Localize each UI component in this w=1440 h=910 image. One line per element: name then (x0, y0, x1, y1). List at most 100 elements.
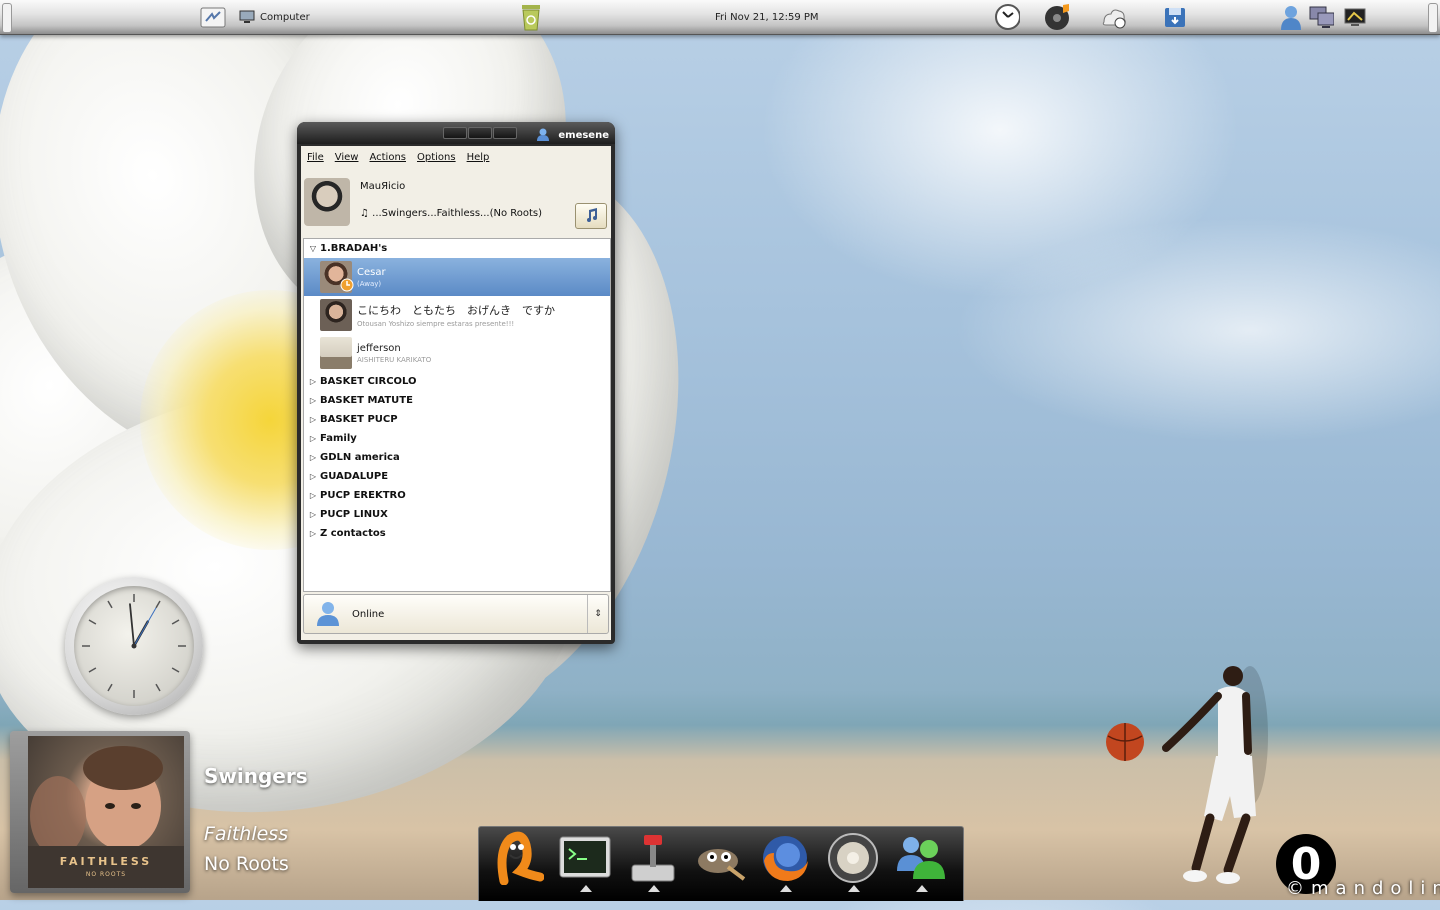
menu-actions[interactable]: Actions (369, 152, 406, 163)
own-avatar[interactable] (304, 178, 350, 226)
maximize-button[interactable] (468, 127, 492, 139)
panel-left-handle[interactable] (2, 3, 12, 33)
trash-launcher[interactable] (518, 4, 544, 31)
group-name: BASKET CIRCOLO (320, 376, 417, 387)
clock-tick (107, 683, 113, 692)
group-header[interactable]: ▷ BASKET CIRCOLO (304, 372, 610, 391)
clock-tick (155, 600, 161, 609)
collapsed-triangle-icon: ▷ (309, 434, 317, 443)
basketball-player-image (1100, 656, 1270, 891)
contact-message: (Away) (357, 279, 382, 288)
status-selector[interactable]: Online ⇕ (303, 594, 609, 634)
tomboy-icon (490, 831, 545, 888)
running-indicator (916, 885, 928, 892)
collapsed-triangle-icon: ▷ (309, 472, 317, 481)
dock-joystick[interactable] (625, 831, 681, 887)
group-header[interactable]: ▽ 1.BRADAH's (304, 239, 610, 258)
firefox-icon (758, 831, 812, 888)
panel-clock-text: Fri Nov 21, 12:59 PM (715, 11, 819, 23)
profile-area: MauЯicio ♫ ...Swingers...Faithless...(No… (301, 170, 611, 236)
timer-icon (994, 4, 1020, 30)
panel-right-handle[interactable] (1428, 3, 1438, 33)
own-personal-message[interactable]: ♫ ...Swingers...Faithless...(No Roots) (360, 208, 542, 219)
contact-avatar (320, 299, 352, 331)
menu-options[interactable]: Options (417, 152, 456, 163)
home-folder-launcher[interactable] (200, 4, 226, 30)
computer-menu[interactable]: Computer (238, 4, 310, 30)
group-name: PUCP EREKTRO (320, 490, 406, 501)
group-name: Z contactos (320, 528, 386, 539)
album-cover: FAITHLESS NO ROOTS (28, 736, 184, 888)
dock (478, 826, 964, 901)
collapsed-triangle-icon: ▷ (309, 491, 317, 500)
panel-clock[interactable]: Fri Nov 21, 12:59 PM (715, 4, 819, 30)
group-name: BASKET PUCP (320, 414, 398, 425)
minimize-button[interactable] (443, 127, 467, 139)
menu-help[interactable]: Help (467, 152, 490, 163)
music-button[interactable] (575, 203, 607, 229)
terminal-icon (558, 833, 612, 886)
dock-messenger[interactable] (893, 831, 949, 887)
contact-list: ▽ 1.BRADAH's Cesar (Away) こにちわ ともたち おげんき… (303, 238, 611, 592)
clock-face (74, 586, 194, 706)
window-client: File View Actions Options Help MauЯicio … (301, 146, 611, 640)
album-band-text: FAITHLESS (59, 855, 153, 868)
status-dropdown-arrow-icon: ⇕ (587, 595, 608, 633)
dock-terminal[interactable] (557, 831, 613, 887)
group-header[interactable]: ▷ PUCP EREKTRO (304, 486, 610, 505)
contact-avatar (320, 261, 354, 295)
group-header[interactable]: ▷ PUCP LINUX (304, 505, 610, 524)
clock-tick (88, 619, 97, 625)
now-playing-artist: Faithless (204, 823, 289, 845)
running-indicator (780, 885, 792, 892)
status-text: Online (352, 608, 385, 620)
collapsed-triangle-icon: ▷ (309, 415, 317, 424)
dock-gimp[interactable] (691, 831, 747, 887)
album-name-text: NO ROOTS (85, 871, 127, 878)
running-indicator (848, 885, 860, 892)
contact-row[interactable]: jefferson AISHITERU KARIKATO (304, 334, 610, 372)
own-nick[interactable]: MauЯicio (360, 181, 405, 192)
timer-applet[interactable] (994, 4, 1020, 30)
close-button[interactable] (493, 127, 517, 139)
top-panel: Computer Fri Nov 21, 12:59 PM (0, 0, 1440, 35)
group-header[interactable]: ▷ GDLN america (304, 448, 610, 467)
speaker-icon (826, 831, 880, 888)
window-title: emesene (558, 130, 609, 141)
album-cover-desklet[interactable]: FAITHLESS NO ROOTS (10, 731, 190, 893)
dock-firefox[interactable] (757, 831, 813, 887)
dock-speaker[interactable] (825, 831, 881, 887)
emesene-app-icon (536, 127, 550, 144)
running-indicator (648, 885, 660, 892)
away-clock-icon (340, 278, 354, 295)
group-header[interactable]: ▷ BASKET PUCP (304, 410, 610, 429)
contact-row[interactable]: Cesar (Away) (304, 258, 610, 296)
network-applet[interactable] (1308, 4, 1334, 30)
menu-file[interactable]: File (307, 152, 324, 163)
group-header[interactable]: ▷ BASKET MATUTE (304, 391, 610, 410)
group-header[interactable]: ▷ GUADALUPE (304, 467, 610, 486)
weather-applet[interactable] (1100, 4, 1126, 30)
clock-dial (82, 594, 186, 698)
music-note-icon (584, 207, 598, 225)
user-switcher-applet[interactable] (1278, 4, 1304, 30)
menu-view[interactable]: View (335, 152, 359, 163)
menubar: File View Actions Options Help (301, 146, 611, 168)
group-header[interactable]: ▷ Z contactos (304, 524, 610, 543)
group-name: 1.BRADAH's (320, 243, 388, 254)
watermark-text: ©mandolin (1286, 878, 1440, 899)
network-icon (1308, 4, 1334, 30)
collapsed-triangle-icon: ▷ (309, 510, 317, 519)
music-player-applet[interactable] (1044, 4, 1070, 30)
contact-row[interactable]: こにちわ ともたち おげんき ですか Otousan Yoshizo siemp… (304, 296, 610, 334)
window-titlebar[interactable]: emesene (297, 122, 615, 144)
now-playing-title: Swingers (204, 764, 308, 788)
display-applet[interactable] (1342, 4, 1368, 30)
clock-tick (155, 683, 161, 692)
dock-tomboy[interactable] (489, 831, 545, 887)
save-applet[interactable] (1162, 4, 1188, 30)
group-header[interactable]: ▷ Family (304, 429, 610, 448)
weather-icon (1100, 4, 1126, 30)
analog-clock-desklet[interactable] (65, 577, 203, 715)
computer-icon (238, 4, 256, 30)
